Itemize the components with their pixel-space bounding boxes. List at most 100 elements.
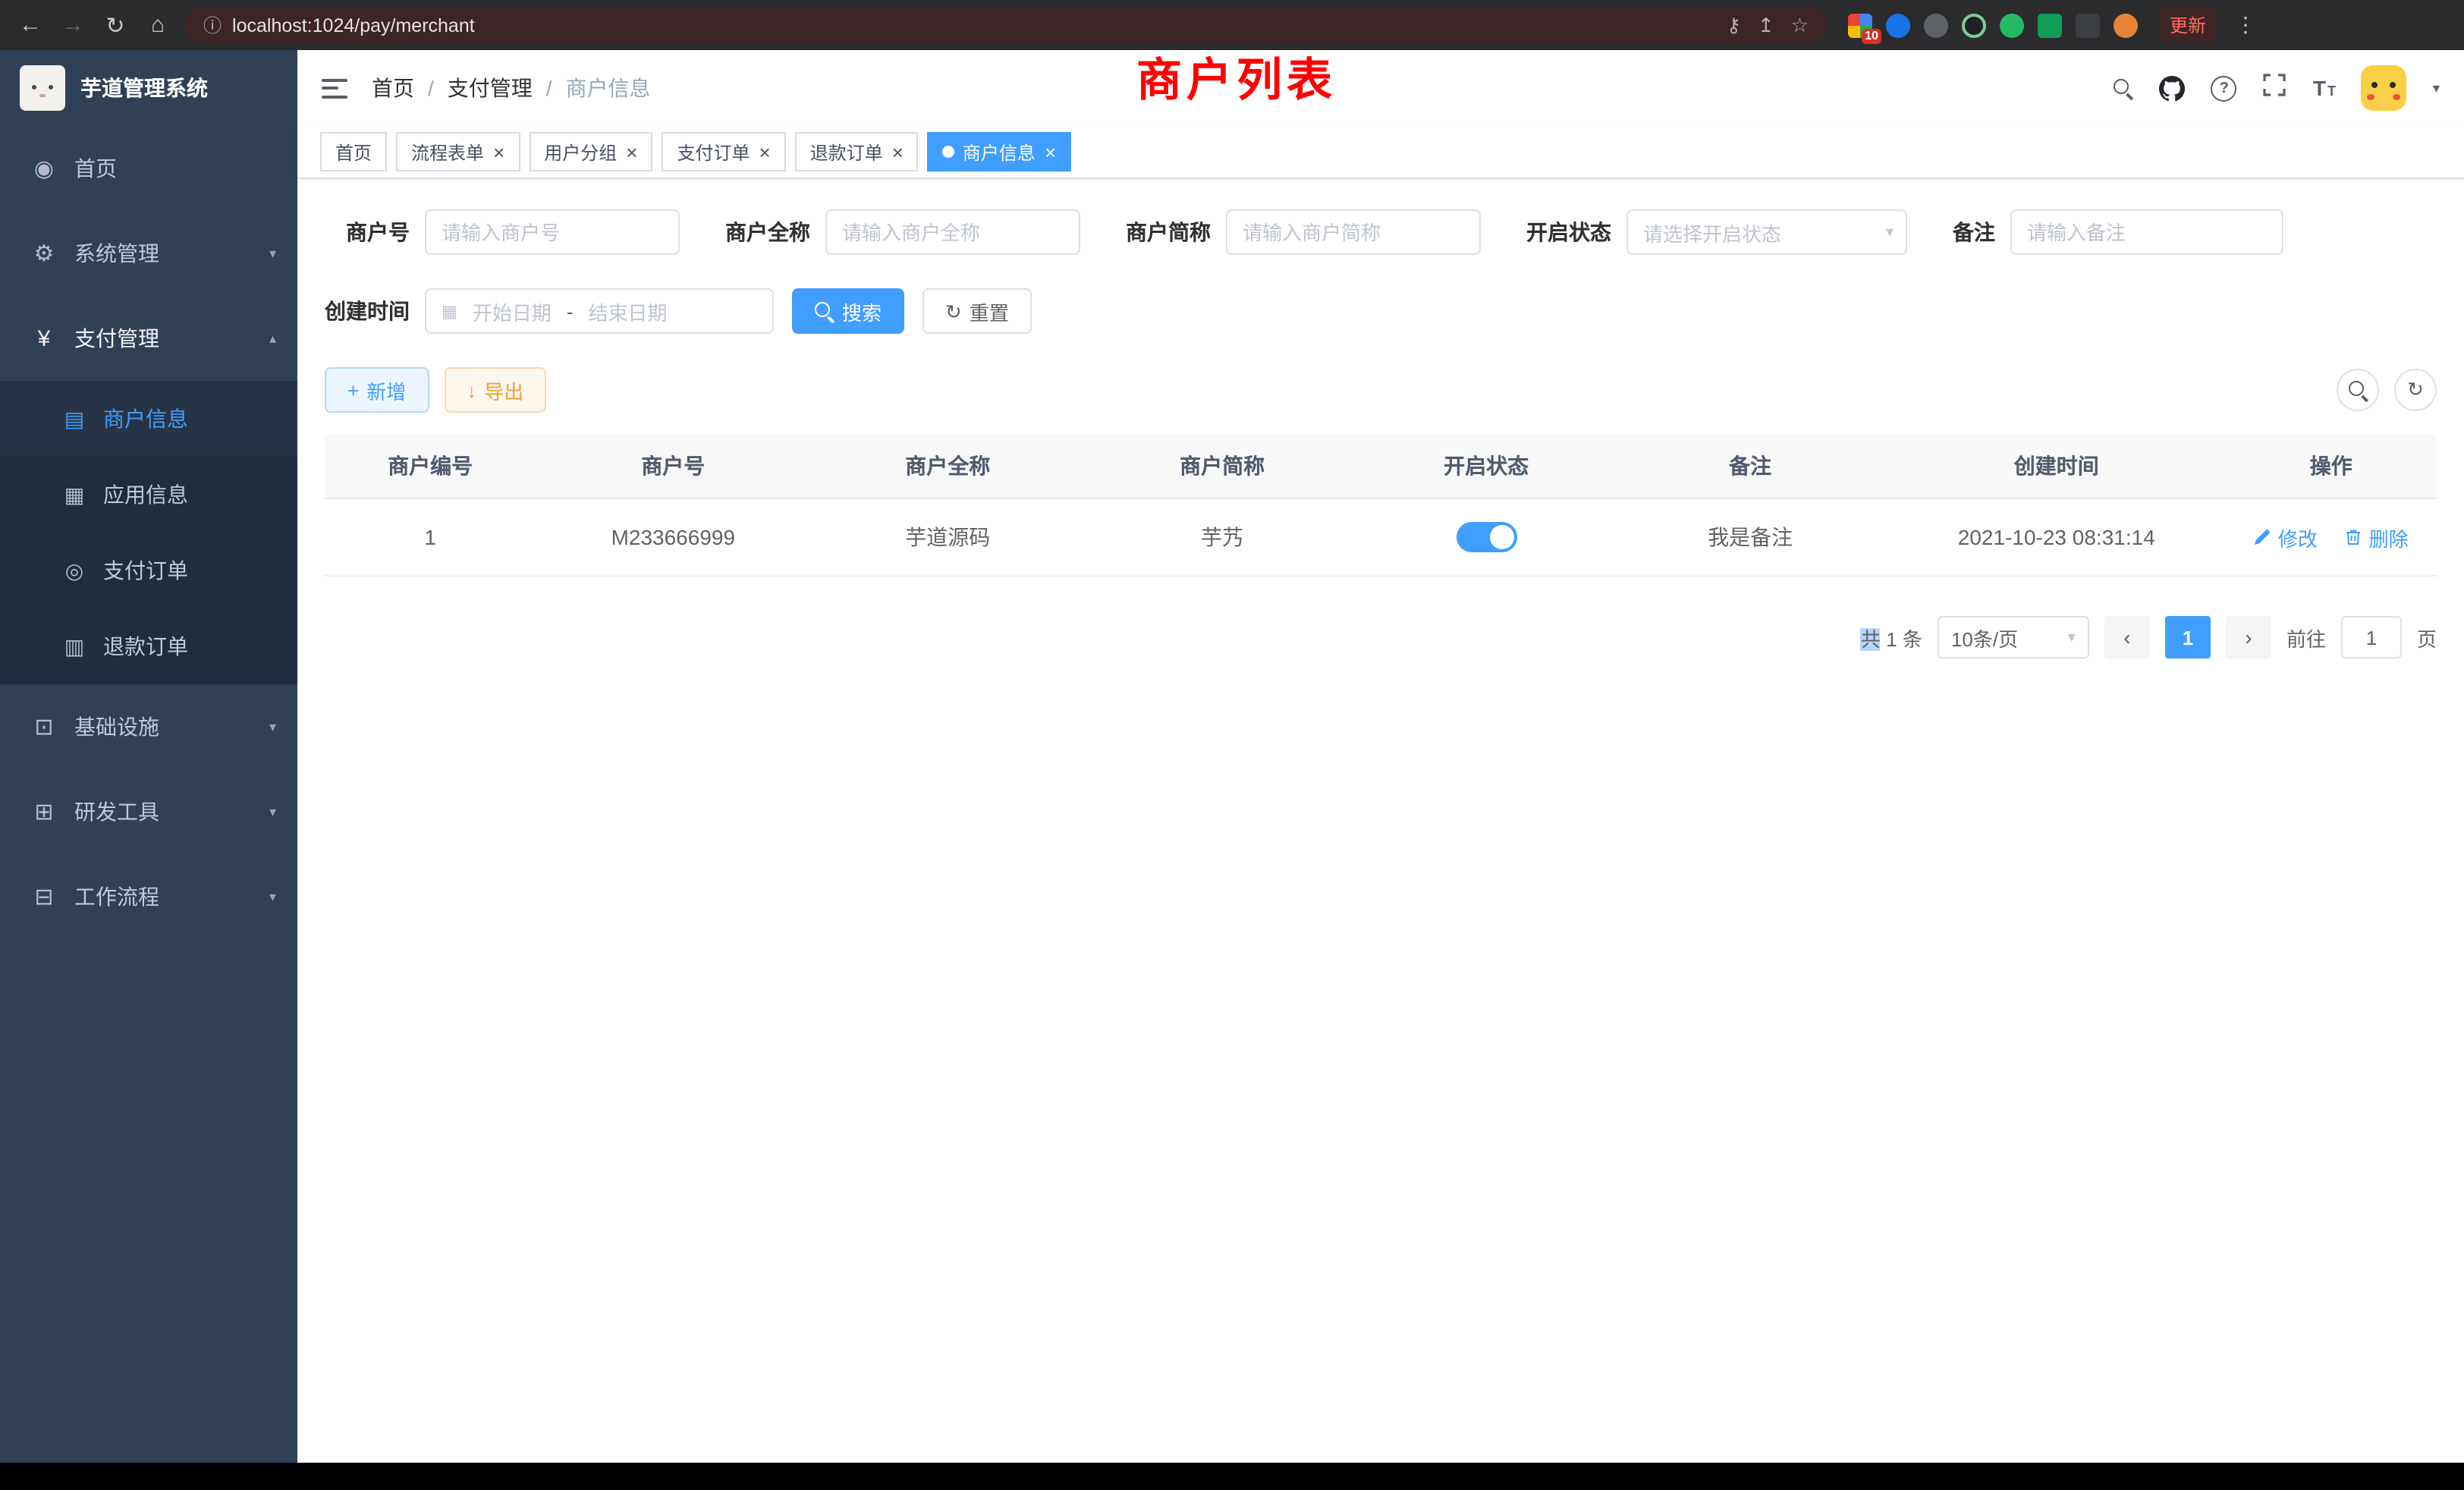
sidebar-item-payment[interactable]: ¥ 支付管理 ▴ <box>0 296 297 381</box>
green-square-extension-icon[interactable] <box>2038 13 2062 37</box>
tab-process-form[interactable]: 流程表单 × <box>396 132 520 171</box>
sidebar-item-label: 系统管理 <box>74 238 159 269</box>
search-icon[interactable] <box>2114 78 2134 98</box>
sidebar-item-pay-order[interactable]: ◎ 支付订单 <box>0 533 297 608</box>
sidebar-item-merchant-info[interactable]: ▤ 商户信息 <box>0 381 297 457</box>
breadcrumb-home[interactable]: 首页 <box>372 73 414 103</box>
sidebar-item-app-info[interactable]: ▦ 应用信息 <box>0 457 297 533</box>
date-range-picker[interactable]: ▦ 开始日期 - 结束日期 <box>425 288 774 334</box>
close-icon[interactable]: × <box>759 142 771 162</box>
top-navbar: 首页 / 支付管理 / 商户信息 ? TT <box>297 50 2464 126</box>
sidebar-item-refund-order[interactable]: ▥ 退款订单 <box>0 608 297 684</box>
reset-button[interactable]: ↻ 重置 <box>922 288 1032 334</box>
page-1-button[interactable]: 1 <box>2165 616 2211 659</box>
tab-user-group[interactable]: 用户分组 × <box>529 132 652 171</box>
toggle-search-button[interactable] <box>2337 369 2379 411</box>
close-icon[interactable]: × <box>892 142 904 162</box>
create-time-label: 创建时间 <box>325 296 410 326</box>
ring-extension-icon[interactable] <box>1962 13 1986 37</box>
search-button[interactable]: 搜索 <box>792 288 904 334</box>
reload-icon[interactable]: ↻ <box>100 11 130 39</box>
tab-merchant-info[interactable]: 商户信息 × <box>928 132 1071 171</box>
home-icon[interactable]: ⌂ <box>143 12 173 38</box>
cell-status <box>1359 498 1613 576</box>
pagination-total: 共 1 条 <box>1861 623 1922 652</box>
prev-page-button[interactable]: ‹ <box>2104 616 2150 659</box>
short-name-input[interactable] <box>1226 209 1481 255</box>
font-size-icon[interactable]: TT <box>2313 77 2336 99</box>
table-header-row: 商户编号 商户号 商户全称 商户简称 开启状态 备注 创建时间 操作 <box>325 434 2437 498</box>
user-avatar[interactable] <box>2362 65 2407 111</box>
sidebar-item-label: 基础设施 <box>74 712 159 742</box>
status-toggle[interactable] <box>1456 522 1516 552</box>
full-name-input[interactable] <box>825 209 1080 255</box>
gray-extension-icon[interactable] <box>1924 13 1948 37</box>
export-button[interactable]: ↓ 导出 <box>444 367 546 413</box>
breadcrumb-current: 商户信息 <box>566 73 651 103</box>
green-extension-icon[interactable] <box>2000 13 2024 37</box>
cell-short-name: 芋艿 <box>1085 498 1359 576</box>
goto-label: 前往 <box>2286 623 2326 652</box>
github-icon[interactable] <box>2160 75 2186 101</box>
refresh-table-button[interactable]: ↻ <box>2394 369 2437 411</box>
sidebar-item-system[interactable]: ⚙ 系统管理 ▾ <box>0 211 297 296</box>
fullscreen-icon[interactable] <box>2263 72 2287 104</box>
status-select[interactable]: 请选择开启状态 ▾ <box>1626 209 1907 255</box>
refresh-icon: ↻ <box>945 301 962 321</box>
col-create-time: 创建时间 <box>1887 434 2225 498</box>
profile-avatar-icon[interactable] <box>2114 13 2138 37</box>
workflow-icon: ⊟ <box>30 883 58 910</box>
close-icon[interactable]: × <box>493 142 504 162</box>
calendar-icon: ▦ <box>442 301 457 321</box>
page-size-select[interactable]: 10条/页 ▾ <box>1938 616 2089 659</box>
avatar-caret-icon[interactable]: ▾ <box>2433 80 2440 96</box>
close-icon[interactable]: × <box>626 142 637 162</box>
trash-icon <box>2345 528 2363 546</box>
fold-sidebar-icon[interactable] <box>322 78 347 98</box>
sidebar-item-home[interactable]: ◉ 首页 <box>0 126 297 211</box>
sidebar-item-infra[interactable]: ⊡ 基础设施 ▾ <box>0 684 297 769</box>
chevron-down-icon: ▾ <box>269 888 276 905</box>
col-merchant-no: 商户号 <box>536 434 810 498</box>
merchant-no-label: 商户号 <box>325 217 410 247</box>
desktop-strip <box>0 1463 2464 1490</box>
url-text[interactable]: localhost:1024/pay/merchant <box>232 14 475 36</box>
browser-update-button[interactable]: 更新 <box>2159 8 2217 42</box>
edit-pencil-icon <box>2254 528 2272 546</box>
sidebar-item-label: 支付订单 <box>103 555 188 586</box>
screen: ← → ↻ ⌂ ⓘ localhost:1024/pay/merchant ⚷ … <box>0 0 2464 1490</box>
tab-refund-order[interactable]: 退款订单 × <box>795 132 919 171</box>
address-bar[interactable]: ⓘ localhost:1024/pay/merchant ⚷ ↥ ☆ <box>185 7 1827 43</box>
next-page-button[interactable]: › <box>2226 616 2271 659</box>
close-icon[interactable]: × <box>1045 142 1056 162</box>
remark-input[interactable] <box>2010 209 2283 255</box>
site-info-icon[interactable]: ⓘ <box>203 12 222 38</box>
back-icon[interactable]: ← <box>15 12 46 38</box>
tab-pay-order[interactable]: 支付订单 × <box>662 132 785 171</box>
merchant-no-input[interactable] <box>425 209 680 255</box>
browser-toolbar: ← → ↻ ⌂ ⓘ localhost:1024/pay/merchant ⚷ … <box>0 0 2464 50</box>
bookmark-star-icon[interactable]: ☆ <box>1791 13 1809 37</box>
table-row: 1 M233666999 芋道源码 芋艿 我是备注 2021-10-23 08:… <box>325 498 2437 576</box>
share-icon[interactable]: ↥ <box>1758 13 1774 37</box>
add-button[interactable]: + 新增 <box>325 367 429 413</box>
breadcrumb-payment[interactable]: 支付管理 <box>448 73 533 103</box>
sidebar-item-devtool[interactable]: ⊞ 研发工具 ▾ <box>0 769 297 854</box>
forward-icon[interactable]: → <box>58 12 88 38</box>
drop-extension-icon[interactable] <box>1886 13 1910 37</box>
cell-merchant-no: M233666999 <box>536 498 810 576</box>
goto-page-input[interactable] <box>2341 616 2402 659</box>
browser-menu-icon[interactable]: ⋮ <box>2235 12 2256 38</box>
password-key-icon[interactable]: ⚷ <box>1727 13 1741 37</box>
edit-link[interactable]: 修改 <box>2254 523 2318 552</box>
delete-link[interactable]: 删除 <box>2345 523 2409 552</box>
sidebar-item-label: 工作流程 <box>74 882 159 912</box>
help-icon[interactable]: ? <box>2211 75 2237 101</box>
cell-seq: 1 <box>325 498 536 576</box>
grid-extension-icon[interactable]: 10 <box>1848 13 1872 37</box>
tab-home[interactable]: 首页 <box>320 132 387 171</box>
dark-extension-icon[interactable] <box>2076 13 2100 37</box>
end-date-placeholder: 结束日期 <box>589 297 668 325</box>
app-grid-icon: ▦ <box>61 482 88 508</box>
sidebar-item-workflow[interactable]: ⊟ 工作流程 ▾ <box>0 854 297 939</box>
